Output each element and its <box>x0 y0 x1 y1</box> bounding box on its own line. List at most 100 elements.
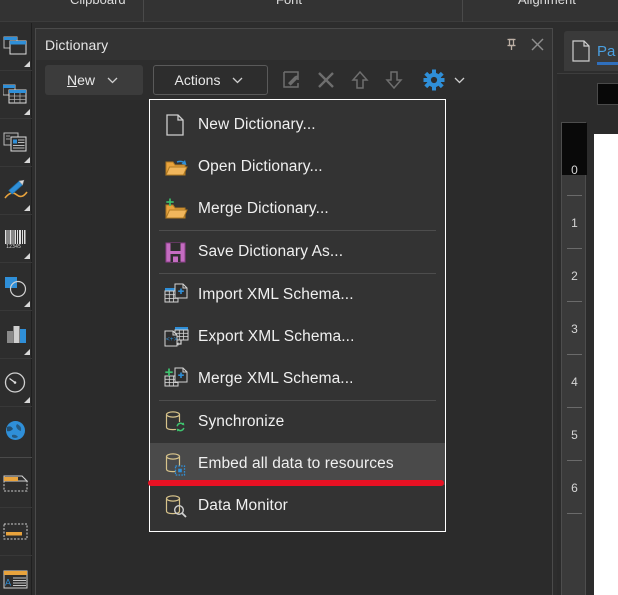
sidebar-item-rich-text[interactable]: A <box>0 556 32 595</box>
ruler-label: 3 <box>571 322 578 336</box>
shapes-icon <box>5 276 27 297</box>
close-button[interactable] <box>529 37 545 53</box>
sidebar-item-gauge[interactable] <box>0 359 32 407</box>
gauge-icon <box>4 371 26 393</box>
actions-button[interactable]: Actions <box>153 65 268 95</box>
ruler-tick <box>567 513 582 514</box>
ruler-label: 0 <box>571 163 578 177</box>
menu-item-data-monitor[interactable]: Data Monitor <box>150 485 445 527</box>
export-xml-schema-icon: <+> <box>164 324 198 350</box>
menu-item-label: Export XML Schema... <box>198 328 355 345</box>
expand-corner-icon <box>24 349 30 355</box>
ruler-label: 4 <box>571 375 578 389</box>
expand-corner-icon <box>24 109 30 115</box>
move-down-button[interactable] <box>378 65 410 95</box>
data-band-icon <box>3 84 27 103</box>
sidebar-item-barcode[interactable]: 12345 <box>0 215 32 263</box>
ruler-tick <box>567 248 582 249</box>
delete-icon <box>318 72 334 88</box>
import-xml-schema-icon <box>164 282 198 308</box>
move-down-icon <box>385 71 403 90</box>
delete-button[interactable] <box>310 65 342 95</box>
document-tab[interactable]: Pa <box>564 31 618 71</box>
tab-active-underline <box>597 62 618 65</box>
new-button-label: New <box>66 72 96 88</box>
pin-button[interactable] <box>503 37 519 53</box>
ruler-tick <box>567 460 582 461</box>
pin-icon <box>507 38 515 50</box>
ribbon-group-font: Font <box>276 0 302 7</box>
report-page-canvas[interactable] <box>594 134 618 595</box>
expand-corner-icon <box>24 253 30 259</box>
menu-item-label: Save Dictionary As... <box>198 243 344 260</box>
barcode-icon: 12345 <box>5 229 26 250</box>
page-header-icon <box>3 475 29 491</box>
menu-item-embed-all-data-to-resources[interactable]: Embed all data to resources <box>150 443 445 485</box>
new-button[interactable]: New <box>45 65 143 95</box>
ruler-tick <box>567 354 582 355</box>
pencil-draw-icon <box>4 179 28 198</box>
settings-chevron-down-icon[interactable] <box>450 76 468 84</box>
menu-item-open-dictionary[interactable]: Open Dictionary... <box>150 146 445 188</box>
page-icon <box>572 40 590 62</box>
menu-item-label: Merge Dictionary... <box>198 200 329 217</box>
menu-item-new-dictionary[interactable]: New Dictionary... <box>150 104 445 146</box>
ruler-label: 5 <box>571 428 578 442</box>
menu-item-merge-dictionary[interactable]: Merge Dictionary... <box>150 188 445 230</box>
expand-corner-icon <box>24 157 30 163</box>
menu-item-label: Merge XML Schema... <box>198 370 354 387</box>
ribbon-divider <box>143 0 144 22</box>
ribbon-strip: Clipboard Font Alignment <box>0 0 618 22</box>
footer-band-icon <box>3 523 28 539</box>
sidebar-item-data-band[interactable] <box>0 71 32 119</box>
ruler-tick <box>567 407 582 408</box>
move-up-button[interactable] <box>344 65 376 95</box>
sidebar-item-page-header[interactable] <box>0 460 32 508</box>
expand-corner-icon <box>24 301 30 307</box>
actions-dropdown-menu: New Dictionary... Open Dictionary... Mer… <box>149 99 446 532</box>
menu-item-synchronize[interactable]: Synchronize <box>150 401 445 443</box>
sidebar-item-text-block[interactable] <box>0 119 32 167</box>
open-folder-icon <box>164 154 198 180</box>
close-icon <box>531 38 543 51</box>
ruler-label: 2 <box>571 269 578 283</box>
edit-button[interactable] <box>276 65 308 95</box>
sidebar-item-report-pages[interactable] <box>0 23 32 71</box>
ruler-label: 6 <box>571 481 578 495</box>
dictionary-toolbar: New Actions <box>36 60 552 100</box>
ribbon-divider <box>462 0 463 22</box>
sidebar-item-chart[interactable] <box>0 311 32 359</box>
rich-text-icon: A <box>3 570 28 589</box>
expand-corner-icon <box>24 205 30 211</box>
menu-item-export-xml-schema[interactable]: <+> Export XML Schema... <box>150 316 445 358</box>
ribbon-group-clipboard: Clipboard <box>70 0 126 7</box>
ribbon-group-alignment: Alignment <box>518 0 576 7</box>
document-tab-label: Pa <box>597 42 616 60</box>
report-pages-icon <box>3 36 27 54</box>
rail-divider <box>0 457 32 458</box>
app-window: Clipboard Font Alignment <box>0 0 618 595</box>
sidebar-item-shapes[interactable] <box>0 263 32 311</box>
settings-button[interactable] <box>418 65 450 95</box>
text-block-icon <box>3 132 27 151</box>
chevron-down-icon <box>228 76 246 84</box>
move-up-icon <box>351 70 369 89</box>
menu-item-import-xml-schema[interactable]: Import XML Schema... <box>150 274 445 316</box>
sidebar-item-draw[interactable] <box>0 167 32 215</box>
sidebar-item-map[interactable] <box>0 407 32 455</box>
menu-item-label: New Dictionary... <box>198 116 316 133</box>
embed-data-db-icon <box>164 451 198 477</box>
toolbar-black-field <box>597 83 618 105</box>
chart-icon <box>7 325 26 343</box>
menu-item-label: Embed all data to resources <box>198 455 394 472</box>
expand-corner-icon <box>24 61 30 67</box>
menu-item-save-dictionary-as[interactable]: Save Dictionary As... <box>150 231 445 273</box>
menu-item-label: Import XML Schema... <box>198 286 354 303</box>
actions-button-label: Actions <box>174 72 221 88</box>
menu-item-merge-xml-schema[interactable]: Merge XML Schema... <box>150 358 445 400</box>
synchronize-db-icon <box>164 409 198 435</box>
sidebar-item-footer-band[interactable] <box>0 508 32 556</box>
component-toolbox-rail: 12345 A <box>0 23 32 595</box>
merge-xml-schema-icon <box>164 366 198 392</box>
ruler-tick <box>567 195 582 196</box>
